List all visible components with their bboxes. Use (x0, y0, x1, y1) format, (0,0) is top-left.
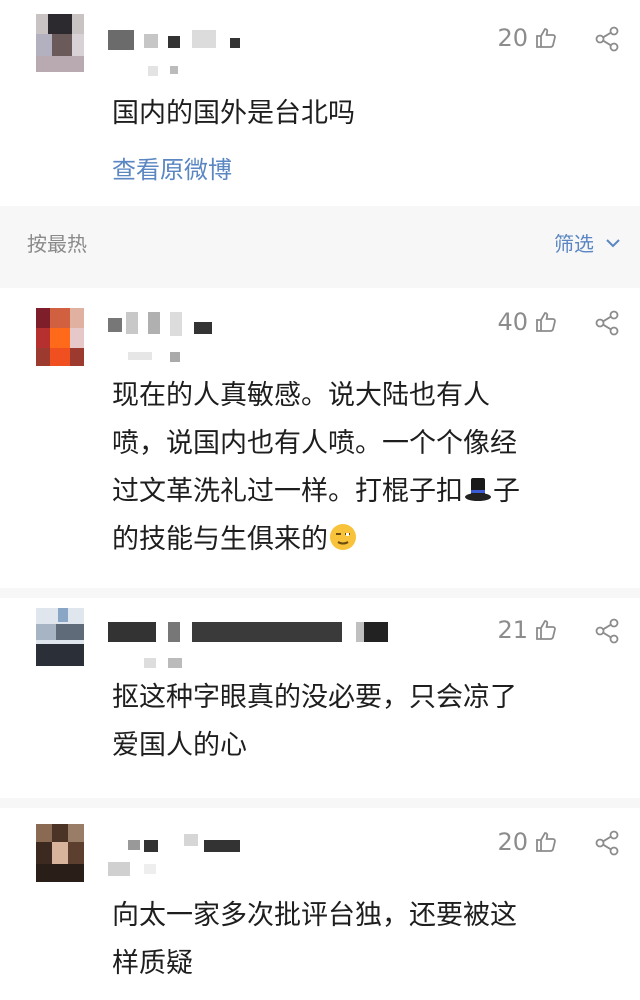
sort-bar (0, 206, 640, 278)
like-button[interactable]: 20 (497, 828, 558, 856)
comment-item: 40 现在的人真敏感。说大陆也有人 喷，说国内也有人喷。一个个像经 过文革洗礼过… (0, 288, 640, 588)
share-icon[interactable] (594, 830, 620, 856)
original-post-card: 20 国内的国外是台北吗 查看原微博 (0, 0, 640, 206)
like-count: 40 (497, 308, 528, 336)
like-count: 20 (497, 24, 528, 52)
comment-line: 抠这种字眼真的没必要，只会凉了 (112, 682, 517, 713)
comment-line: 样质疑 (112, 948, 193, 979)
thumbs-up-icon (536, 312, 556, 332)
chevron-down-icon (606, 238, 620, 247)
comment-line-part: 子 (493, 476, 520, 507)
share-icon[interactable] (594, 26, 620, 52)
thumbs-up-icon (536, 832, 556, 852)
comment-line: 爱国人的心 (112, 730, 247, 761)
comment-item: 21 抠这种字眼真的没必要，只会凉了 爱国人的心 (0, 598, 640, 798)
smirk-face-emoji (330, 524, 356, 550)
thumbs-up-icon (536, 620, 556, 640)
comment-text: 现在的人真敏感。说大陆也有人 喷，说国内也有人喷。一个个像经 过文革洗礼过一样。… (112, 372, 610, 564)
avatar[interactable] (36, 14, 84, 72)
share-icon[interactable] (594, 618, 620, 644)
original-post-text: 国内的国外是台北吗 (112, 98, 355, 129)
like-button[interactable]: 40 (497, 308, 558, 336)
comment-text: 抠这种字眼真的没必要，只会凉了 爱国人的心 (112, 674, 610, 770)
avatar[interactable] (36, 608, 84, 666)
comment-line: 过文革洗礼过一样。打棍子扣 子 (112, 468, 610, 516)
top-hat-emoji (465, 478, 491, 501)
comment-line-part: 的技能与生俱来的 (112, 524, 328, 555)
comment-line-part: 过文革洗礼过一样。打棍子扣 (112, 476, 463, 507)
comment-line: 的技能与生俱来的 (112, 516, 610, 564)
comment-text: 向太一家多次批评台独，还要被这 样质疑 (112, 892, 610, 988)
comment-line: 现在的人真敏感。说大陆也有人 (112, 380, 490, 411)
comment-line: 向太一家多次批评台独，还要被这 (112, 900, 517, 931)
thumbs-up-icon (536, 28, 556, 48)
comment-item: 20 向太一家多次批评台独，还要被这 样质疑 (0, 808, 640, 1000)
like-count: 20 (497, 828, 528, 856)
like-count: 21 (497, 616, 528, 644)
avatar[interactable] (36, 824, 84, 882)
like-button[interactable]: 20 (497, 24, 558, 52)
share-icon[interactable] (594, 310, 620, 336)
sort-by-hot[interactable]: 按最热 (27, 228, 87, 257)
avatar[interactable] (36, 308, 84, 366)
filter-button[interactable]: 筛选 (554, 228, 622, 257)
filter-label: 筛选 (554, 232, 594, 256)
comment-line: 喷，说国内也有人喷。一个个像经 (112, 428, 517, 459)
view-original-weibo-link[interactable]: 查看原微博 (112, 150, 232, 185)
like-button[interactable]: 21 (497, 616, 558, 644)
